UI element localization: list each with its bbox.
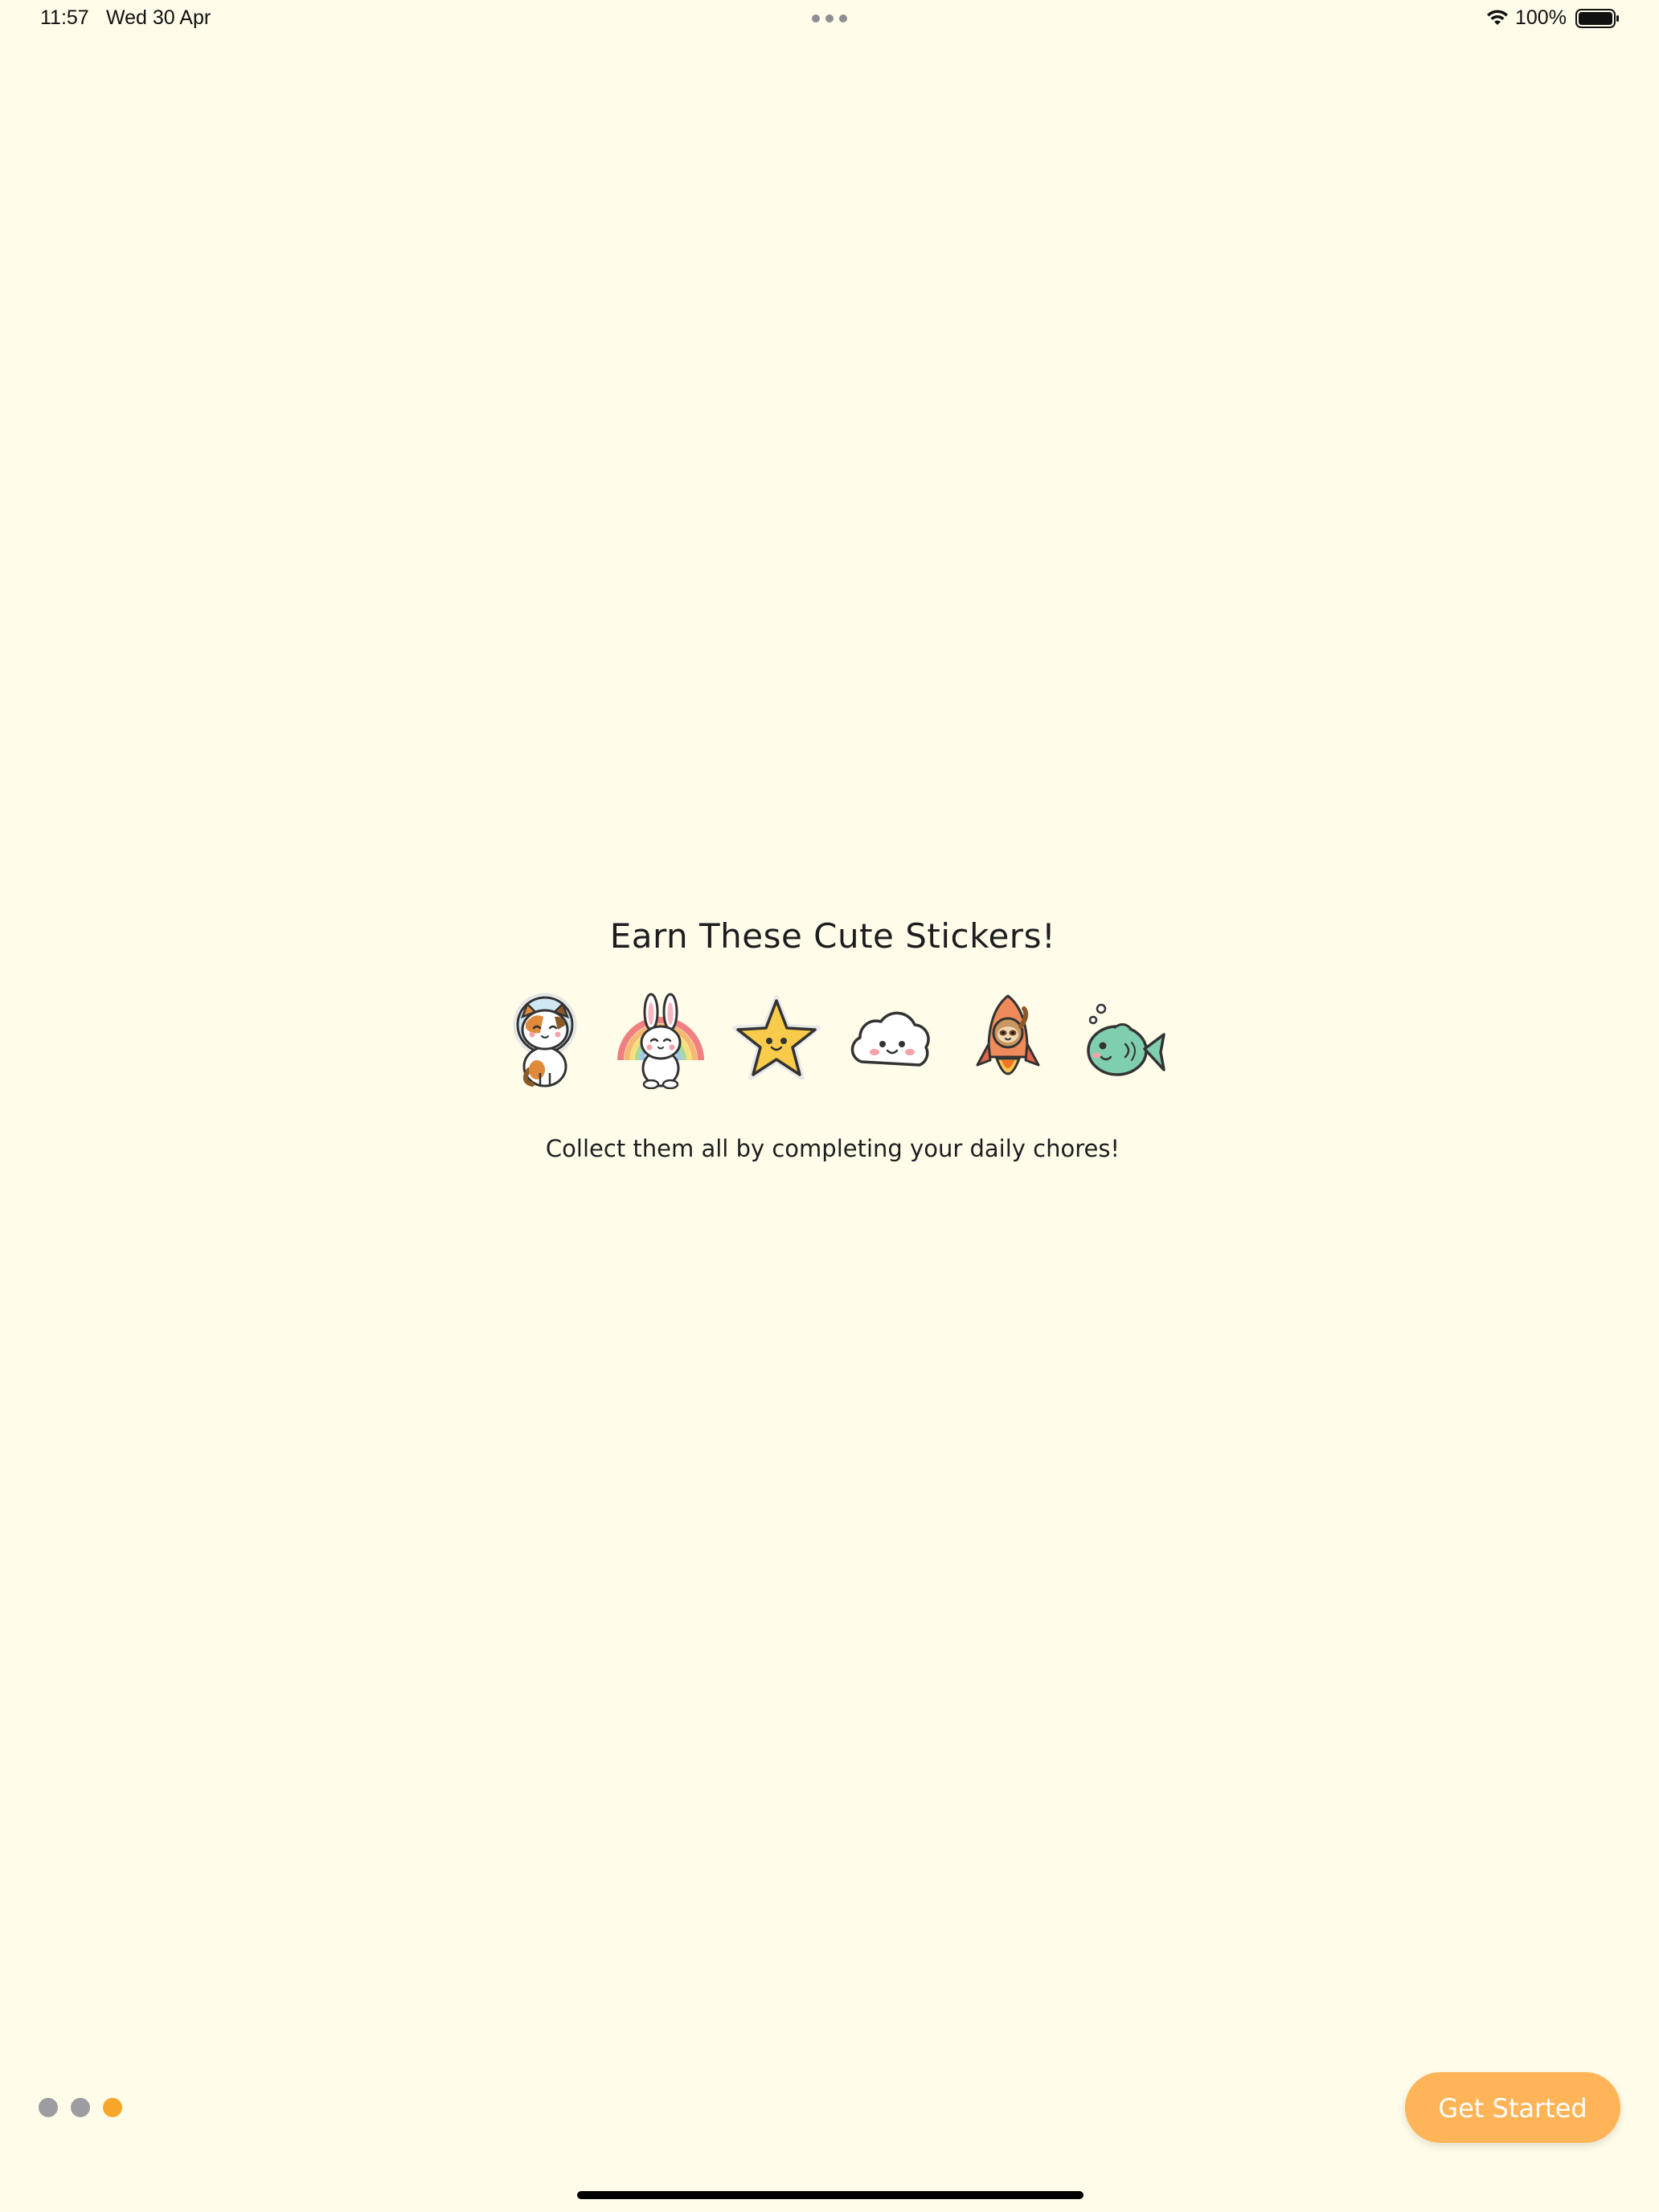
page-dot-3-active[interactable] (103, 2098, 122, 2117)
multitasking-menu-icon[interactable] (812, 14, 847, 23)
page-subtitle: Collect them all by completing your dail… (545, 1135, 1120, 1162)
page-dot-2[interactable] (71, 2098, 90, 2117)
status-date: Wed 30 Apr (106, 6, 211, 29)
sloth-rocket-sticker-icon (961, 993, 1055, 1089)
astronaut-cat-sticker-icon (498, 993, 592, 1089)
get-started-button[interactable]: Get Started (1405, 2072, 1620, 2143)
battery-icon (1575, 9, 1619, 28)
page-title: Earn These Cute Stickers! (609, 916, 1056, 956)
sticker-row (498, 993, 1170, 1097)
green-fish-sticker-icon (1077, 993, 1170, 1089)
battery-percent: 100% (1515, 6, 1567, 29)
status-time: 11:57 (40, 6, 89, 29)
happy-cloud-sticker-icon (846, 993, 939, 1089)
home-indicator[interactable] (577, 2191, 1083, 2199)
wifi-icon (1487, 10, 1508, 25)
page-dot-1[interactable] (39, 2098, 58, 2117)
status-bar: 11:57 Wed 30 Apr 100% (0, 0, 1659, 39)
rainbow-bunny-sticker-icon (614, 993, 707, 1089)
page-indicator[interactable] (39, 2098, 122, 2117)
smiling-star-sticker-icon (730, 993, 823, 1089)
